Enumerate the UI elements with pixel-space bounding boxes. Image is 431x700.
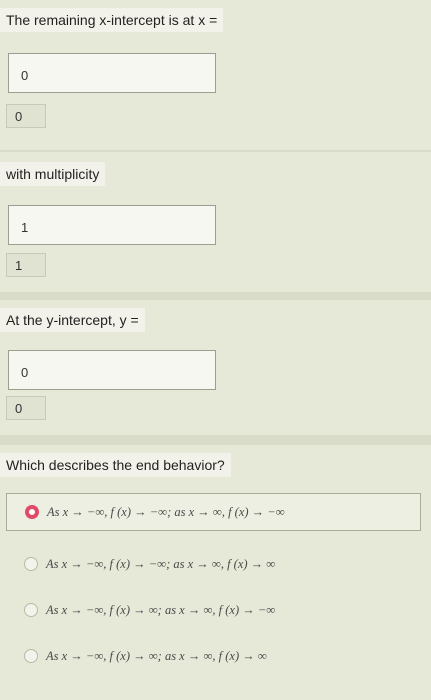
- end-behavior-option-3[interactable]: As x → −∞, f (x) → ∞; as x → ∞, f (x) → …: [6, 591, 421, 629]
- question-multiplicity: with multiplicity 1 1: [0, 152, 431, 292]
- end-behavior-option-4[interactable]: As x → −∞, f (x) → ∞; as x → ∞, f (x) → …: [6, 637, 421, 675]
- radio-empty-icon[interactable]: [24, 603, 38, 617]
- question-end-behavior: Which describes the end behavior? As x →…: [0, 445, 431, 700]
- option-2-text: As x → −∞, f (x) → −∞; as x → ∞, f (x) →…: [46, 556, 276, 571]
- end-behavior-option-1[interactable]: As x → −∞, f (x) → −∞; as x → ∞, f (x) →…: [6, 493, 421, 531]
- radio-selected-icon[interactable]: [25, 505, 39, 519]
- option-1-text: As x → −∞, f (x) → −∞; as x → ∞, f (x) →…: [47, 504, 285, 519]
- end-behavior-label: Which describes the end behavior?: [0, 453, 231, 477]
- x-intercept-preview: 0: [6, 104, 46, 128]
- question-x-intercept: The remaining x-intercept is at x = 0 0: [0, 0, 431, 150]
- option-4-text: As x → −∞, f (x) → ∞; as x → ∞, f (x) → …: [46, 648, 267, 663]
- x-intercept-label: The remaining x-intercept is at x =: [0, 8, 224, 32]
- y-intercept-label: At the y-intercept, y =: [0, 308, 145, 332]
- multiplicity-label: with multiplicity: [0, 162, 106, 186]
- radio-empty-icon[interactable]: [24, 649, 38, 663]
- radio-empty-icon[interactable]: [24, 557, 38, 571]
- option-3-text: As x → −∞, f (x) → ∞; as x → ∞, f (x) → …: [46, 602, 276, 617]
- x-intercept-input[interactable]: 0: [8, 53, 216, 93]
- multiplicity-preview: 1: [6, 253, 46, 277]
- question-y-intercept: At the y-intercept, y = 0 0: [0, 300, 431, 435]
- end-behavior-option-2[interactable]: As x → −∞, f (x) → −∞; as x → ∞, f (x) →…: [6, 545, 421, 583]
- y-intercept-input[interactable]: 0: [8, 350, 216, 390]
- multiplicity-input[interactable]: 1: [8, 205, 216, 245]
- y-intercept-preview: 0: [6, 396, 46, 420]
